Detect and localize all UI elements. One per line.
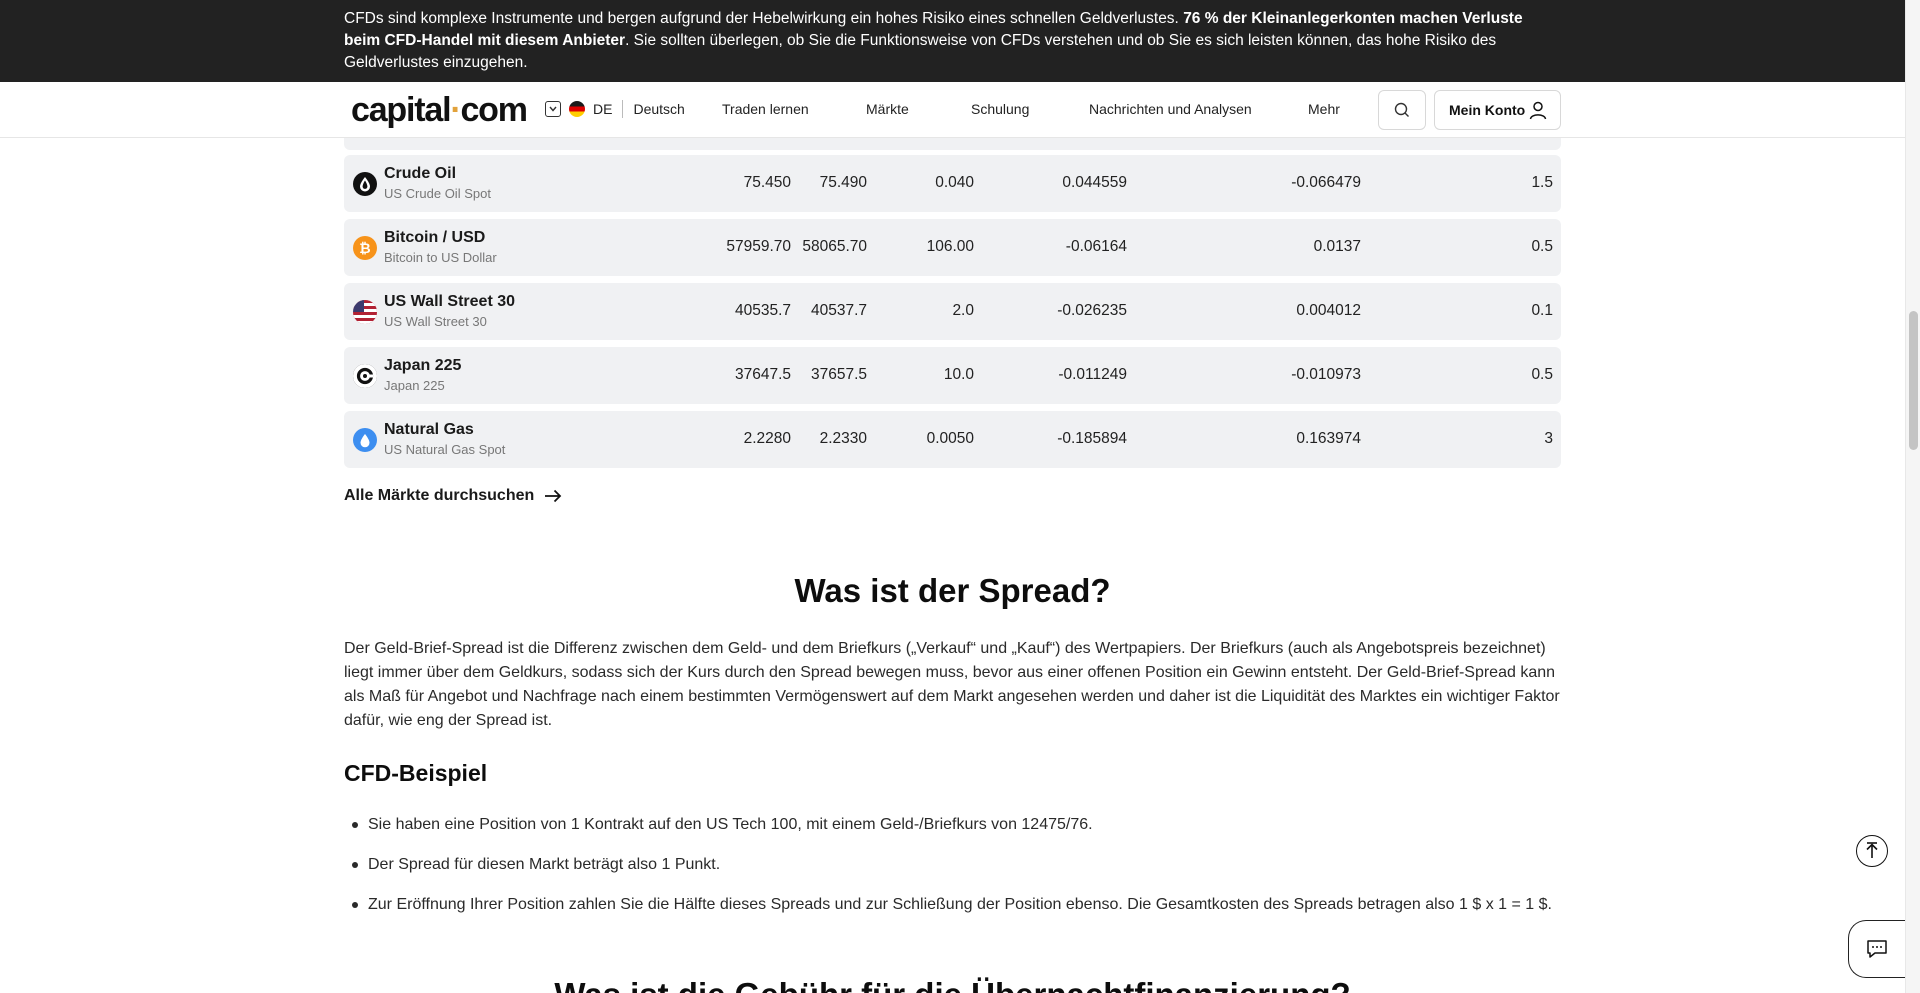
market-row[interactable]: Japan 225 Japan 225 37647.5 37657.5 10.0 -0.0… xyxy=(344,347,1561,404)
margin-value: 0.1 xyxy=(1531,302,1553,319)
market-row-partial xyxy=(344,138,1561,150)
my-account-button[interactable]: Mein Konto xyxy=(1434,90,1561,130)
chat-button[interactable] xyxy=(1848,920,1905,978)
scrollbar-thumb[interactable] xyxy=(1909,311,1918,450)
market-row[interactable]: Natural Gas US Natural Gas Spot 2.2280 2.23… xyxy=(344,411,1561,468)
spread-value: 2.0 xyxy=(952,302,974,319)
market-row[interactable]: Crude Oil US Crude Oil Spot 75.450 75.490 0.… xyxy=(344,155,1561,212)
asset-description: Japan 225 xyxy=(384,378,445,393)
cfd-example-list: Sie haben eine Position von 1 Kontrakt a… xyxy=(344,814,1561,934)
overnight-short-value: -0.010973 xyxy=(1291,366,1361,383)
spread-value: 10.0 xyxy=(943,366,974,383)
buy-price: 58065.70 xyxy=(802,238,867,255)
overnight-long-value: -0.185894 xyxy=(1057,430,1127,447)
margin-value: 1.5 xyxy=(1531,174,1553,191)
japan-index-icon xyxy=(353,364,377,388)
language-selector[interactable]: DE Deutsch xyxy=(545,100,685,118)
spread-heading: Was ist der Spread? xyxy=(794,572,1111,609)
chat-icon xyxy=(1867,940,1887,958)
nav-traden-lernen[interactable]: Traden lernen xyxy=(722,101,809,117)
cfd-example-heading: CFD-Beispiel xyxy=(344,760,488,786)
risk-warning-text: CFDs sind komplexe Instrumente und berge… xyxy=(344,10,1523,71)
margin-value: 0.5 xyxy=(1531,366,1553,383)
us-flag-icon xyxy=(353,300,377,324)
overnight-long-value: -0.06164 xyxy=(1065,238,1127,255)
browse-all-markets-label: Alle Märkte durchsuchen xyxy=(344,487,535,504)
search-icon xyxy=(1394,102,1409,117)
sell-price: 40535.7 xyxy=(734,302,791,319)
overnight-long-value: 0.044559 xyxy=(1062,174,1127,191)
sell-price: 57959.70 xyxy=(726,238,791,255)
list-item: Zur Eröffnung Ihrer Position zahlen Sie … xyxy=(344,894,1561,934)
back-to-top-button[interactable] xyxy=(1856,835,1888,867)
language-divider xyxy=(622,100,624,118)
sell-price: 75.450 xyxy=(743,174,791,191)
language-name: Deutsch xyxy=(633,101,685,117)
my-account-label: Mein Konto xyxy=(1449,102,1526,118)
asset-name: US Wall Street 30 xyxy=(384,293,516,310)
nav-schulung[interactable]: Schulung xyxy=(971,101,1029,117)
overnight-long-value: -0.011249 xyxy=(1058,366,1127,383)
market-row[interactable]: ₿ Bitcoin / USD Bitcoin to US Dollar 57959.… xyxy=(344,219,1561,276)
spread-value: 0.0050 xyxy=(926,430,974,447)
overnight-short-value: 0.0137 xyxy=(1313,238,1361,255)
overnight-short-value: 0.163974 xyxy=(1296,430,1361,447)
page-scrollbar[interactable] xyxy=(1905,0,1920,993)
gas-drop-icon xyxy=(353,428,377,452)
overnight-long-value: -0.026235 xyxy=(1057,302,1127,319)
spread-paragraph: Der Geld-Brief-Spread ist die Differenz … xyxy=(344,640,1560,729)
margin-value: 0.5 xyxy=(1531,238,1553,255)
list-item: Sie haben eine Position von 1 Kontrakt a… xyxy=(344,814,1561,854)
buy-price: 2.2330 xyxy=(819,430,867,447)
german-flag-icon xyxy=(569,101,585,117)
risk-warning-banner: CFDs sind komplexe Instrumente und berge… xyxy=(0,0,1905,82)
nav-maerkte[interactable]: Märkte xyxy=(866,101,909,117)
asset-name: Japan 225 xyxy=(384,357,462,374)
overnight-short-value: 0.004012 xyxy=(1296,302,1361,319)
buy-price: 37657.5 xyxy=(810,366,867,383)
arrow-up-icon xyxy=(1866,842,1878,858)
language-code: DE xyxy=(593,101,613,117)
market-row[interactable]: US Wall Street 30 US Wall Street 30 40535.… xyxy=(344,283,1561,340)
arrow-right-icon xyxy=(545,489,562,503)
bitcoin-icon: ₿ xyxy=(353,236,377,260)
margin-value: 3 xyxy=(1544,430,1553,447)
sell-price: 2.2280 xyxy=(743,430,791,447)
sell-price: 37647.5 xyxy=(734,366,791,383)
asset-name: Crude Oil xyxy=(384,165,457,182)
oil-drop-icon xyxy=(353,172,377,196)
spread-value: 0.040 xyxy=(935,174,974,191)
asset-description: US Crude Oil Spot xyxy=(384,186,491,201)
buy-price: 75.490 xyxy=(819,174,867,191)
overnight-fee-heading: Was ist die Gebühr für die Übernachtfina… xyxy=(344,975,1561,993)
nav-mehr[interactable]: Mehr xyxy=(1308,101,1340,117)
chevron-down-icon xyxy=(545,101,561,117)
buy-price: 40537.7 xyxy=(810,302,867,319)
asset-name: Bitcoin / USD xyxy=(384,229,486,246)
browse-all-markets-link[interactable]: Alle Märkte durchsuchen xyxy=(344,487,562,505)
list-item: Der Spread für diesen Markt beträgt also… xyxy=(344,854,1561,894)
site-header: capital·com DE Deutsch Traden lernen Mär… xyxy=(0,82,1905,138)
overnight-short-value: -0.066479 xyxy=(1291,174,1361,191)
user-icon xyxy=(1529,101,1547,120)
asset-description: Bitcoin to US Dollar xyxy=(384,250,497,265)
search-button[interactable] xyxy=(1378,90,1426,130)
capital-logo[interactable]: capital·com xyxy=(351,91,528,130)
asset-name: Natural Gas xyxy=(384,421,474,438)
spread-value: 106.00 xyxy=(926,238,974,255)
asset-description: US Wall Street 30 xyxy=(384,314,487,329)
asset-description: US Natural Gas Spot xyxy=(384,442,506,457)
nav-nachrichten-analysen[interactable]: Nachrichten und Analysen xyxy=(1089,101,1252,117)
